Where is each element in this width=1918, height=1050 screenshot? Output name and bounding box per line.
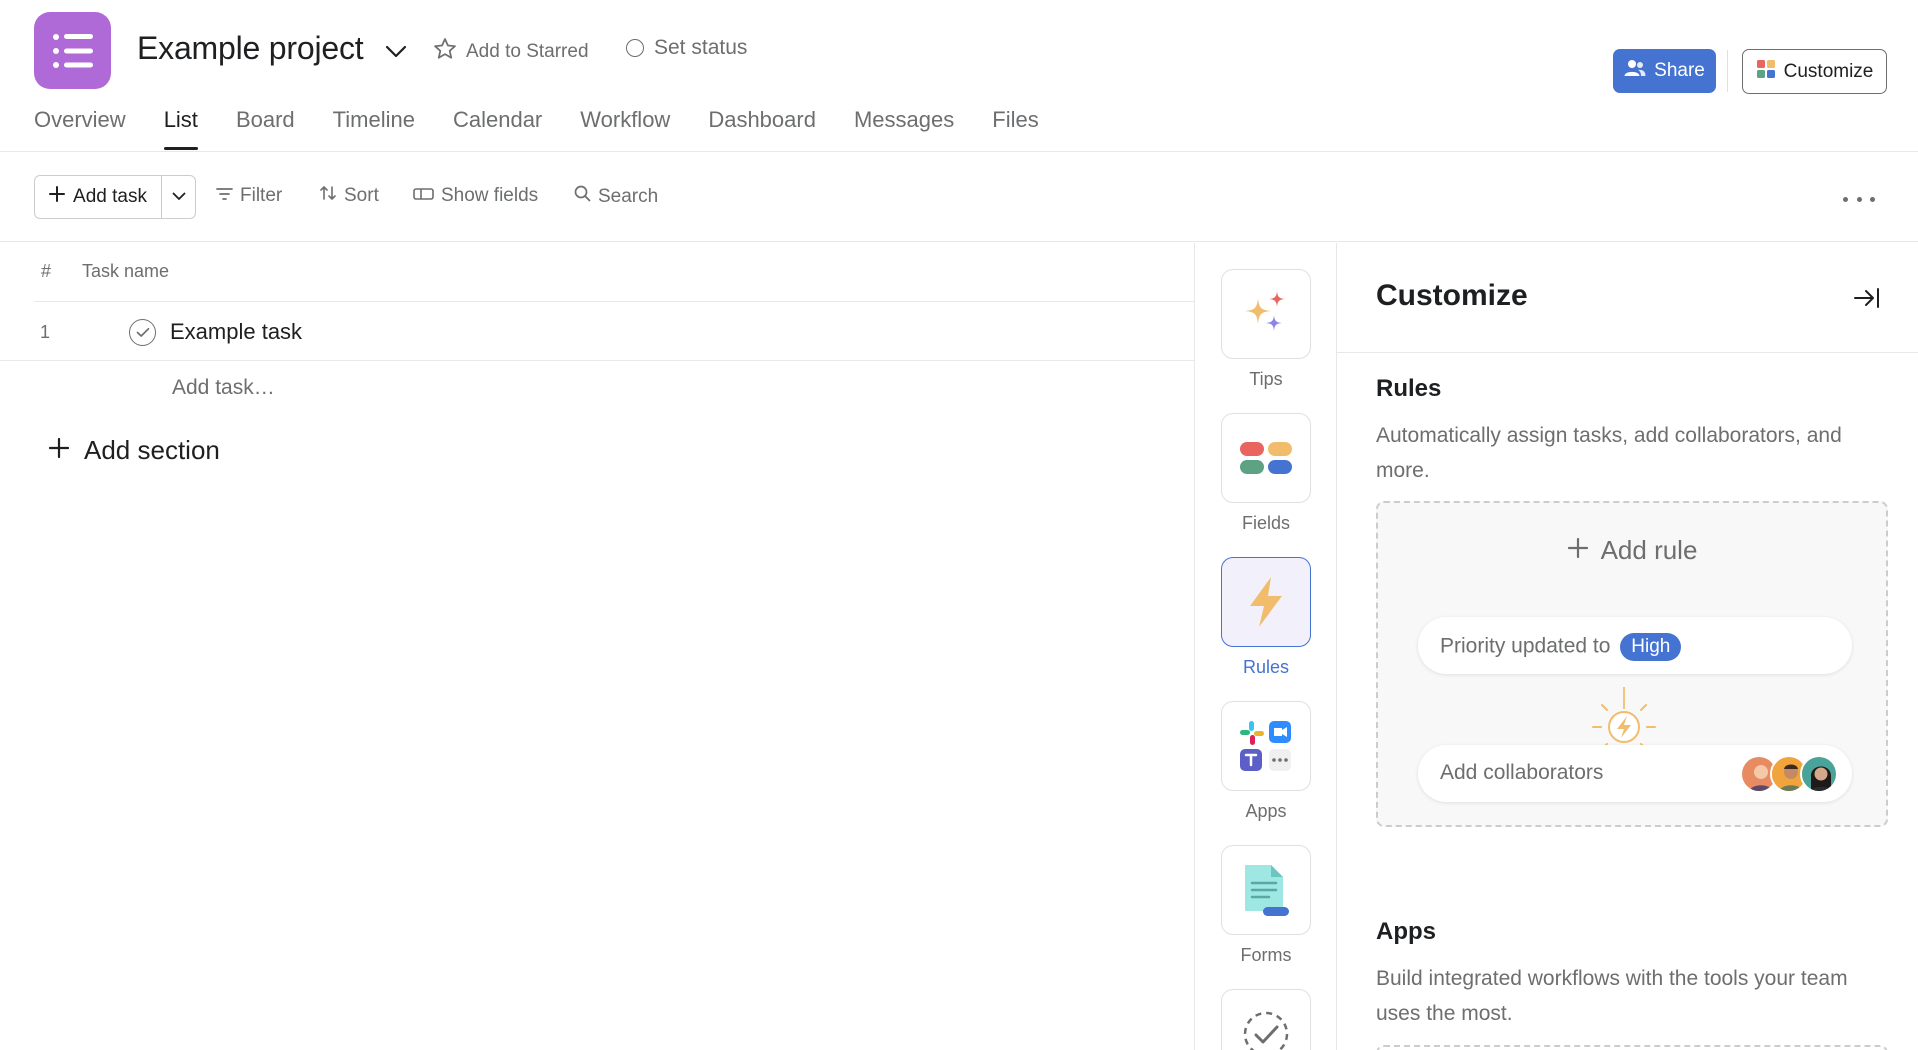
project-title[interactable]: Example project: [137, 30, 364, 67]
form-icon: [1221, 845, 1311, 935]
tab-files[interactable]: Files: [992, 106, 1038, 152]
rules-section-title: Rules: [1376, 375, 1442, 402]
customize-grid-icon: [1756, 59, 1776, 85]
rules-section-description: Automatically assign tasks, add collabor…: [1376, 424, 1842, 482]
rail-item-rules[interactable]: Rules: [1221, 557, 1311, 678]
tab-workflow[interactable]: Workflow: [580, 106, 670, 152]
status-circle-icon: [626, 39, 644, 57]
rail-item-apps[interactable]: Apps: [1221, 701, 1311, 822]
plus-icon: [49, 186, 66, 208]
task-list-header: # Task name: [34, 243, 1194, 302]
lightning-icon: [1221, 557, 1311, 647]
share-button[interactable]: Share: [1613, 49, 1716, 93]
tab-dashboard[interactable]: Dashboard: [708, 106, 816, 152]
rail-label-tips: Tips: [1249, 369, 1283, 389]
fields-icon: [413, 185, 434, 207]
add-to-starred-label: Add to Starred: [466, 41, 589, 62]
sort-button[interactable]: Sort: [319, 185, 379, 207]
tab-list[interactable]: List: [163, 106, 199, 152]
rule-trigger-text: Priority updated to: [1440, 634, 1611, 658]
filter-label: Filter: [240, 185, 283, 206]
rail-item-tips[interactable]: Tips: [1221, 269, 1311, 390]
add-rule-button[interactable]: Add rule: [1378, 535, 1886, 566]
add-task-button[interactable]: Add task: [35, 176, 162, 218]
apps-icon: [1221, 701, 1311, 791]
set-status-label: Set status: [654, 36, 748, 59]
search-label: Search: [598, 185, 659, 207]
add-rule-label: Add rule: [1600, 535, 1698, 565]
row-number: 1: [40, 322, 51, 342]
add-task-label: Add task: [73, 186, 147, 207]
add-section-button[interactable]: Add section: [48, 435, 220, 466]
more-options-icon[interactable]: [1843, 189, 1875, 209]
people-icon: [1624, 59, 1646, 83]
tab-board[interactable]: Board: [236, 106, 295, 152]
tab-overview[interactable]: Overview: [34, 106, 126, 152]
collaborator-avatars: [1740, 755, 1838, 793]
avatar: [1800, 755, 1838, 793]
star-icon: [432, 36, 458, 68]
rail-item-fields[interactable]: Fields: [1221, 413, 1311, 534]
panel-divider: [1337, 352, 1918, 353]
list-toolbar: Add task Filter Sort Show fields Search: [0, 153, 1918, 242]
panel-title: Customize: [1376, 279, 1528, 312]
sort-icon: [319, 185, 337, 207]
add-task-dropdown[interactable]: [162, 176, 195, 218]
rule-action-card: Add collaborators: [1418, 745, 1852, 802]
show-fields-label: Show fields: [441, 185, 539, 206]
rail-label-rules: Rules: [1242, 657, 1290, 677]
add-section-label: Add section: [84, 435, 220, 465]
project-header: Example project Add to Starred Set statu…: [0, 0, 1918, 152]
header-divider: [1727, 50, 1728, 92]
priority-badge: High: [1620, 633, 1682, 661]
project-list-icon[interactable]: [34, 12, 111, 89]
tab-messages[interactable]: Messages: [854, 106, 954, 152]
rail-item-more[interactable]: [1221, 989, 1311, 1050]
task-list: # Task name 1 Example task Add task… Add…: [0, 243, 1194, 1050]
plus-icon: [1567, 535, 1589, 566]
dashed-check-icon: [1221, 989, 1311, 1050]
rail-label-forms: Forms: [1240, 945, 1292, 965]
filter-button[interactable]: Filter: [216, 185, 282, 207]
rule-trigger-card: Priority updated to High: [1418, 617, 1852, 674]
search-icon: [574, 185, 591, 208]
collapse-panel-icon[interactable]: [1852, 283, 1882, 313]
task-name[interactable]: Example task: [170, 319, 302, 345]
complete-task-checkbox[interactable]: [129, 319, 156, 346]
apps-preview-box: [1376, 1045, 1888, 1050]
set-status-button[interactable]: Set status: [626, 36, 747, 60]
tab-timeline[interactable]: Timeline: [333, 106, 415, 152]
add-task-split-button: Add task: [34, 175, 196, 219]
add-to-starred-button[interactable]: Add to Starred: [432, 36, 589, 68]
rule-preview-box: Add rule Priority updated to High Add co…: [1376, 501, 1888, 827]
share-label: Share: [1654, 60, 1705, 81]
search-button[interactable]: Search: [574, 185, 658, 208]
customize-label: Customize: [1783, 60, 1874, 82]
customize-rail: Tips Fields Rules Apps Forms: [1194, 243, 1337, 1050]
column-number-header: #: [41, 261, 52, 281]
filter-icon: [216, 185, 233, 207]
rail-item-forms[interactable]: Forms: [1221, 845, 1311, 966]
project-tabs: Overview List Board Timeline Calendar Wo…: [34, 106, 1077, 152]
plus-icon: [48, 435, 70, 466]
sparkle-icon: [1221, 269, 1311, 359]
show-fields-button[interactable]: Show fields: [413, 185, 538, 207]
tab-calendar[interactable]: Calendar: [453, 106, 542, 152]
customize-button[interactable]: Customize: [1742, 49, 1887, 94]
apps-section-title: Apps: [1376, 918, 1436, 945]
apps-section-description: Build integrated workflows with the tool…: [1376, 967, 1848, 1025]
add-task-inline[interactable]: Add task…: [172, 376, 275, 400]
sort-label: Sort: [344, 185, 379, 206]
rail-label-fields: Fields: [1241, 513, 1290, 533]
table-row[interactable]: 1 Example task: [0, 303, 1194, 361]
chevron-down-icon: [172, 188, 186, 206]
fields-icon: [1221, 413, 1311, 503]
chevron-down-icon[interactable]: [382, 38, 410, 66]
rail-label-apps: Apps: [1245, 801, 1287, 821]
rule-action-text: Add collaborators: [1440, 761, 1604, 784]
customize-panel: Customize Rules Automatically assign tas…: [1337, 243, 1918, 1050]
column-task-name-header[interactable]: Task name: [82, 261, 169, 282]
